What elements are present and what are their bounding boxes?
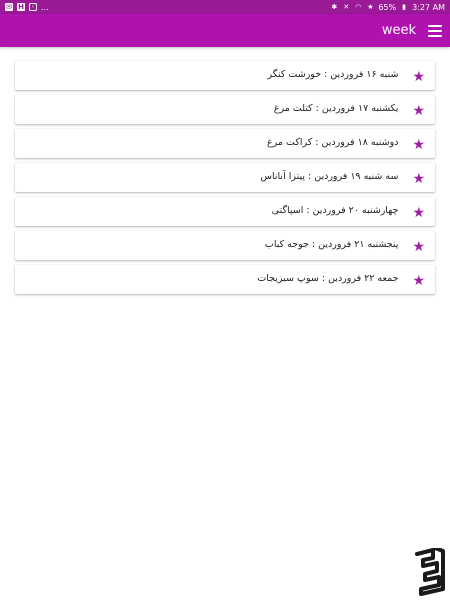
star-icon: ★ [412, 103, 425, 119]
star-icon: ★ [412, 273, 425, 289]
bluetooth-icon: ✱ [331, 3, 338, 11]
star-icon: ★ [412, 205, 425, 221]
notification-icons: ✉ H ◦ ... [5, 3, 49, 12]
mail-notification-icon: ✉ [5, 3, 13, 11]
star-icon: ★ [412, 69, 425, 85]
list-item[interactable]: چهارشنبه ۲۰ فروردین : اسپاگتی ★ [15, 197, 435, 226]
list-item-text: جمعه ۲۲ فروردین : سوپ سبزیجات [257, 273, 399, 284]
list-item-text: شنبه ۱۶ فروردین : خورشت کنگر [267, 69, 399, 80]
instagram-notification-icon: ◦ [29, 3, 37, 11]
app-bar: week [0, 14, 450, 47]
list-item-text: سه شنبه ۱۹ فروردین : پیتزا آناناس [260, 171, 399, 182]
list-item[interactable]: یکشنبه ۱۷ فروردین : کتلت مرغ ★ [15, 95, 435, 124]
list-item[interactable]: سه شنبه ۱۹ فروردین : پیتزا آناناس ★ [15, 163, 435, 192]
clock: 3:27 AM [412, 2, 445, 12]
list-item-text: دوشنبه ۱۸ فروردین : کراکت مرغ [266, 137, 399, 148]
star-icon: ★ [412, 239, 425, 255]
more-notifications-indicator: ... [41, 2, 49, 12]
app-notification-icon: H [17, 3, 25, 11]
list-item[interactable]: پنجشنبه ۲۱ فروردین : جوجه کباب ★ [15, 231, 435, 260]
battery-level: 65% [378, 2, 397, 12]
week-menu-list: شنبه ۱۶ فروردین : خورشت کنگر ★ یکشنبه ۱۷… [0, 47, 450, 294]
list-item[interactable]: شنبه ۱۶ فروردین : خورشت کنگر ★ [15, 61, 435, 90]
app-store-logo [413, 546, 447, 596]
list-item-text: یکشنبه ۱۷ فروردین : کتلت مرغ [273, 103, 399, 114]
app-title: week [381, 23, 416, 38]
mute-icon: ✕ [343, 3, 350, 11]
hamburger-menu-icon[interactable] [428, 24, 442, 37]
app-store-logo-icon [415, 546, 445, 596]
favorite-icon: ★ [367, 3, 374, 11]
status-bar: ✉ H ◦ ... ✱ ✕ ◠ ★ 65% ▮ 3:27 AM [0, 0, 450, 14]
battery-icon: ▮ [402, 3, 407, 11]
star-icon: ★ [412, 171, 425, 187]
star-icon: ★ [412, 137, 425, 153]
list-item-text: پنجشنبه ۲۱ فروردین : جوجه کباب [264, 239, 399, 250]
list-item-text: چهارشنبه ۲۰ فروردین : اسپاگتی [271, 205, 399, 216]
system-icons: ✱ ✕ ◠ ★ 65% ▮ 3:27 AM [330, 3, 445, 12]
list-item[interactable]: دوشنبه ۱۸ فروردین : کراکت مرغ ★ [15, 129, 435, 158]
wifi-icon: ◠ [355, 3, 362, 11]
list-item[interactable]: جمعه ۲۲ فروردین : سوپ سبزیجات ★ [15, 265, 435, 294]
